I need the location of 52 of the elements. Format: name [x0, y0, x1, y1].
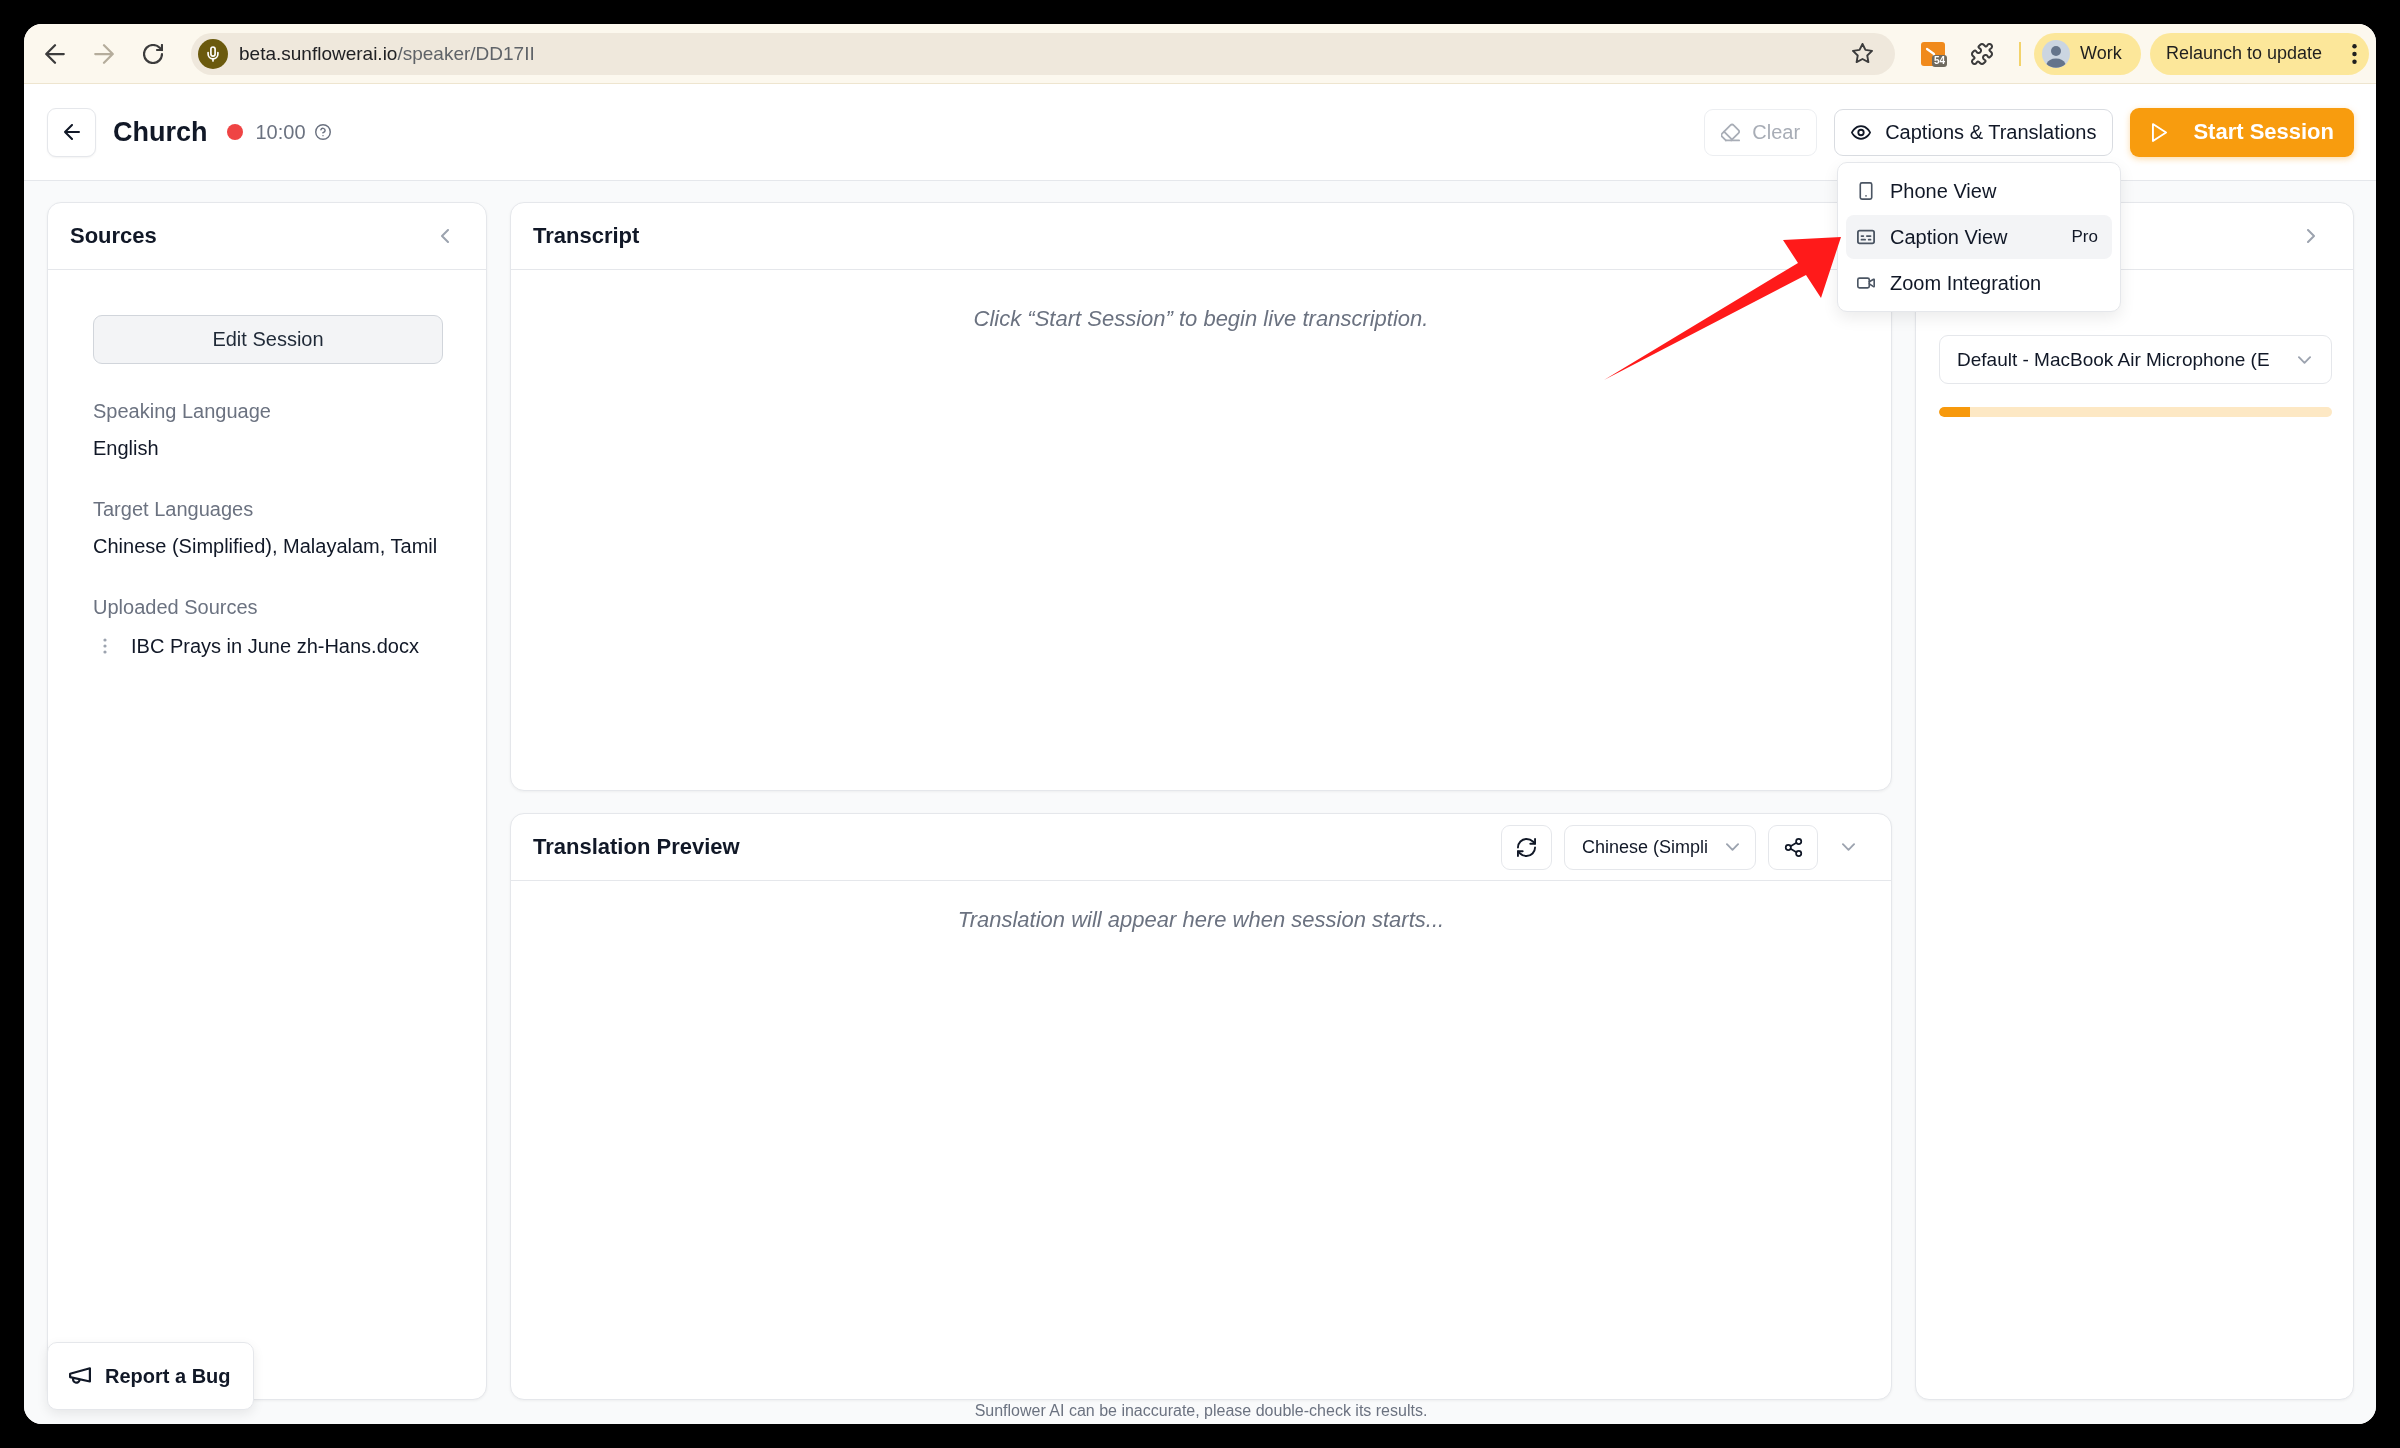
extension-tile-icon[interactable]: [1921, 41, 1945, 66]
back-icon[interactable]: [45, 43, 65, 64]
panel-title: Transcript: [533, 223, 640, 249]
avatar-icon: [2042, 39, 2070, 68]
empty-message: Click “Start Session” to begin live transcription.: [973, 306, 1429, 332]
menu-item[interactable]: Caption View Pro: [1846, 215, 2112, 259]
microphone-icon: [198, 38, 228, 69]
microphone-select[interactable]: Default - MacBook Air Microphone (E: [1939, 335, 2332, 384]
field-label: Target Languages: [93, 497, 255, 521]
captions-translations-button[interactable]: Captions & Translations: [1834, 108, 2114, 156]
pro-label: Pro: [2071, 227, 2098, 247]
empty-message: Translation will appear here when session starts...: [957, 907, 1445, 933]
megaphone-icon: [69, 1367, 91, 1385]
arrow-left-icon: [63, 124, 80, 140]
play-icon: [2152, 122, 2168, 142]
edit-session-button[interactable]: Edit Session: [93, 315, 443, 364]
refresh-icon: [1517, 837, 1536, 857]
language-select[interactable]: Chinese (Simpli: [1564, 824, 1756, 870]
puzzle-icon[interactable]: [1971, 42, 1993, 65]
eraser-icon: [1721, 122, 1741, 142]
panel-title: Sources: [70, 223, 157, 249]
url-text: beta.sunflowerai.io/speaker/DD17II: [239, 42, 535, 65]
menu-item[interactable]: Phone View: [1846, 169, 2112, 213]
chevron-down-icon: [1726, 843, 1739, 851]
file-name: IBC Prays in June zh-Hans.docx: [131, 634, 419, 658]
share-icon: [1783, 837, 1803, 857]
smartphone-icon: [1857, 182, 1875, 200]
bookmark-star-icon[interactable]: [1852, 43, 1873, 64]
more-icon: [2352, 43, 2357, 64]
back-button[interactable]: [47, 107, 96, 157]
eye-icon: [1851, 124, 1872, 140]
report-bug-button[interactable]: Report a Bug: [47, 1342, 254, 1410]
video-camera-icon: [1857, 274, 1875, 292]
page-title: Church: [113, 116, 208, 148]
timer-text: 10:00: [255, 120, 306, 144]
panel-title: Translation Preview: [533, 834, 740, 860]
share-button[interactable]: [1768, 824, 1818, 870]
reload-icon[interactable]: [143, 43, 163, 64]
field-value: Chinese (Simplified), Malayalam, Tamil: [93, 534, 439, 558]
profile-button[interactable]: Work: [2034, 32, 2141, 75]
refresh-button[interactable]: [1501, 824, 1552, 870]
field-value: English: [93, 436, 160, 460]
relaunch-button[interactable]: Relaunch to update: [2150, 32, 2369, 75]
grip-dots-icon[interactable]: [103, 638, 107, 654]
disclaimer-text: Sunflower AI can be inaccurate, please double-check its results.: [973, 1401, 1429, 1421]
captions-icon: [1857, 228, 1875, 246]
menu-item[interactable]: Zoom Integration: [1846, 261, 2112, 305]
address-bar[interactable]: beta.sunflowerai.io/speaker/DD17II: [191, 32, 1895, 75]
help-icon[interactable]: [314, 124, 331, 140]
field-label: Speaking Language: [93, 399, 272, 423]
chevron-down-icon: [2298, 355, 2311, 364]
field-label: Uploaded Sources: [93, 595, 259, 619]
